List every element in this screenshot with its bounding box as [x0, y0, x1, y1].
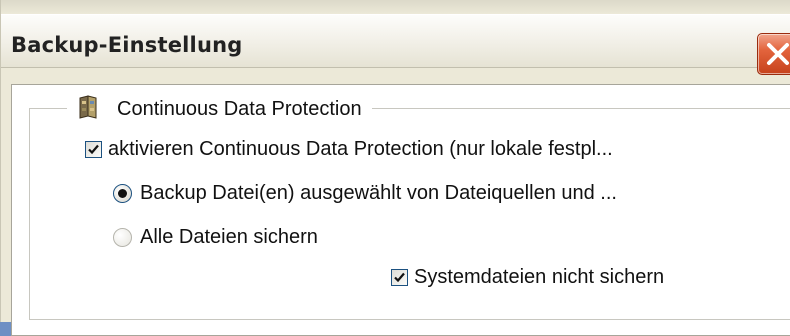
check-icon: [88, 144, 99, 155]
close-button[interactable]: [757, 33, 790, 75]
backup-all-files-label: Alle Dateien sichern: [140, 226, 318, 248]
backup-selected-sources-option[interactable]: Backup Datei(en) ausgewählt von Dateique…: [113, 182, 617, 205]
cdp-group-legend: Continuous Data Protection: [67, 94, 372, 124]
backup-settings-window: Backup-Einstellung Continuous Data Prote…: [0, 0, 790, 336]
enable-cdp-label: aktivieren Continuous Data Protection (n…: [108, 138, 613, 160]
cdp-icon: [77, 95, 99, 123]
radio-selected-dot: [118, 189, 127, 198]
check-icon: [394, 272, 405, 283]
skip-system-files-checkbox[interactable]: [391, 269, 408, 286]
window-top-edge: [1, 0, 790, 14]
backup-selected-sources-label: Backup Datei(en) ausgewählt von Dateique…: [140, 182, 617, 204]
enable-cdp-checkbox[interactable]: [85, 141, 102, 158]
skip-system-files-label: Systemdateien nicht sichern: [414, 266, 665, 288]
backup-all-files-option[interactable]: Alle Dateien sichern: [113, 226, 318, 249]
window-title: Backup-Einstellung: [11, 33, 243, 57]
skip-system-files-option[interactable]: Systemdateien nicht sichern: [391, 266, 664, 289]
backup-all-files-radio[interactable]: [113, 228, 132, 247]
enable-cdp-option[interactable]: aktivieren Continuous Data Protection (n…: [85, 138, 613, 161]
backup-selected-sources-radio[interactable]: [113, 184, 132, 203]
title-bar[interactable]: Backup-Einstellung: [1, 14, 790, 75]
cdp-group-title: Continuous Data Protection: [117, 97, 362, 120]
close-icon: [767, 43, 789, 65]
